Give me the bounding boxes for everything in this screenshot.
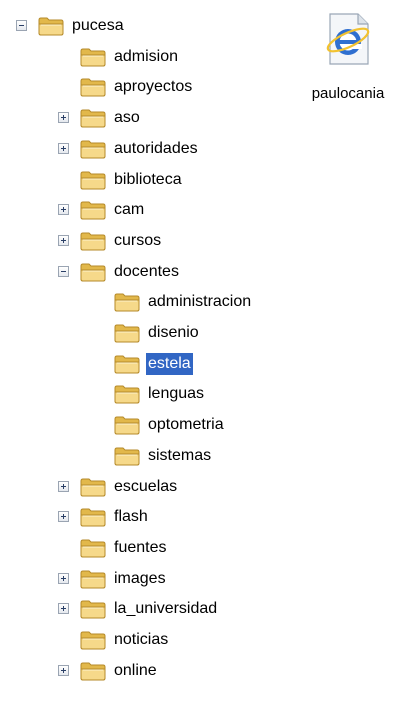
tree-item-noticias[interactable]: noticias [80, 626, 170, 654]
folder-icon [114, 323, 140, 343]
expand-icon[interactable] [58, 235, 69, 246]
tree-item-label: images [114, 570, 166, 587]
tree-item-label: disenio [148, 324, 199, 341]
tree-item-label: administracion [148, 293, 252, 310]
tree-item-admision[interactable]: admision [80, 43, 180, 71]
expand-icon[interactable] [58, 481, 69, 492]
tree-item-docentes[interactable]: docentes [58, 258, 181, 286]
folder-icon [80, 538, 106, 558]
tree-item-biblioteca[interactable]: biblioteca [80, 166, 184, 194]
tree-item-autoridades[interactable]: autoridades [58, 135, 200, 163]
tree-item-label: autoridades [114, 140, 198, 157]
folder-icon [114, 354, 140, 374]
tree-item-label: biblioteca [114, 171, 182, 188]
tree-item-optometria[interactable]: optometria [114, 411, 226, 439]
tree-item-aproyectos[interactable]: aproyectos [80, 73, 194, 101]
folder-icon [80, 477, 106, 497]
tree-item-la-universidad[interactable]: la_universidad [58, 595, 219, 623]
folder-icon [80, 139, 106, 159]
folder-icon [80, 661, 106, 681]
tree-item-flash[interactable]: flash [58, 503, 150, 531]
expand-icon[interactable] [58, 204, 69, 215]
desktop-shortcut-label: paulocania [311, 85, 385, 102]
tree-item-label: aproyectos [114, 78, 193, 95]
tree-item-label: lenguas [148, 385, 205, 402]
tree-item-disenio[interactable]: disenio [114, 319, 201, 347]
expand-icon[interactable] [58, 511, 69, 522]
folder-icon [114, 446, 140, 466]
expand-icon[interactable] [58, 665, 69, 676]
tree-item-pucesa[interactable]: pucesa [16, 12, 126, 40]
tree-item-label: aso [114, 109, 140, 126]
tree-item-sistemas[interactable]: sistemas [114, 442, 213, 470]
tree-item-label: fuentes [114, 539, 167, 556]
tree-item-lenguas[interactable]: lenguas [114, 380, 206, 408]
folder-tree: pucesa admision aproyectos aso autoridades bi… [0, 0, 300, 701]
folder-icon [38, 16, 64, 36]
folder-icon [80, 507, 106, 527]
expand-icon[interactable] [58, 143, 69, 154]
tree-item-label: optometria [148, 416, 224, 433]
collapse-icon[interactable] [16, 20, 27, 31]
folder-icon [80, 77, 106, 97]
tree-item-images[interactable]: images [58, 565, 168, 593]
tree-item-fuentes[interactable]: fuentes [80, 534, 168, 562]
expand-icon[interactable] [58, 112, 69, 123]
folder-icon [80, 47, 106, 67]
folder-icon [114, 292, 140, 312]
folder-icon [80, 200, 106, 220]
folder-icon [80, 231, 106, 251]
folder-icon [80, 599, 106, 619]
folder-icon [80, 630, 106, 650]
tree-item-label: estela [146, 353, 193, 375]
collapse-icon[interactable] [58, 266, 69, 277]
folder-icon [114, 384, 140, 404]
tree-item-label: noticias [114, 631, 169, 648]
tree-item-online[interactable]: online [58, 657, 159, 685]
tree-item-label: cam [114, 201, 145, 218]
tree-item-administracion[interactable]: administracion [114, 288, 253, 316]
tree-item-label: flash [114, 508, 148, 525]
folder-icon [80, 569, 106, 589]
folder-icon [114, 415, 140, 435]
tree-item-label: la_universidad [114, 600, 218, 617]
expand-icon[interactable] [58, 603, 69, 614]
internet-explorer-shortcut-icon [326, 13, 370, 65]
tree-item-label: admision [114, 48, 179, 65]
desktop-shortcut-paulocania[interactable]: paulocania [296, 6, 400, 116]
tree-item-cursos[interactable]: cursos [58, 227, 163, 255]
tree-item-estela[interactable]: estela [114, 350, 193, 378]
folder-icon [80, 262, 106, 282]
tree-item-label: sistemas [148, 447, 212, 464]
tree-item-aso[interactable]: aso [58, 104, 142, 132]
folder-icon [80, 170, 106, 190]
tree-item-cam[interactable]: cam [58, 196, 146, 224]
tree-item-label: escuelas [114, 478, 178, 495]
expand-icon[interactable] [58, 573, 69, 584]
tree-item-label: online [114, 662, 157, 679]
tree-item-label: pucesa [72, 17, 124, 34]
tree-item-escuelas[interactable]: escuelas [58, 473, 179, 501]
tree-item-label: cursos [114, 232, 162, 249]
folder-icon [80, 108, 106, 128]
tree-item-label: docentes [114, 263, 179, 280]
